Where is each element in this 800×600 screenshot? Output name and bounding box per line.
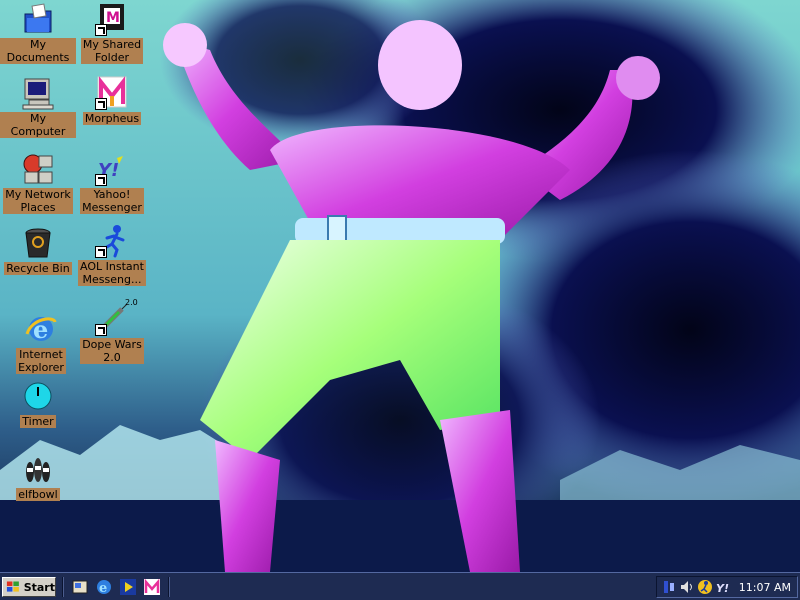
taskbar: Start e Y! 11:07 AM <box>0 572 800 600</box>
desktop-icon-label: My Network Places <box>3 188 73 214</box>
desktop-icon-label: My Shared Folder <box>80 38 144 64</box>
morpheus-icon <box>95 76 129 110</box>
windows-logo-icon <box>6 581 19 592</box>
start-button[interactable]: Start <box>2 577 56 597</box>
folder-icon <box>21 2 55 36</box>
desktop-icon-morpheus[interactable]: Morpheus <box>74 76 150 125</box>
desktop-icon-timer[interactable]: Timer <box>0 379 76 428</box>
desktop-icon-label: Internet Explorer <box>16 348 66 374</box>
bowling-pins-icon <box>21 452 55 486</box>
desktop-icon-elfbowl[interactable]: elfbowl <box>0 452 76 501</box>
desktop-icon-label: My Computer <box>0 112 76 138</box>
system-tray: Y! 11:07 AM <box>656 576 798 598</box>
computer-icon <box>21 76 55 110</box>
taskbar-separator <box>168 577 170 597</box>
svg-text:M: M <box>106 10 120 26</box>
desktop[interactable]: My Documents My Computer My Network Place… <box>0 0 800 572</box>
shortcut-arrow-icon <box>95 324 107 336</box>
shortcut-arrow-icon <box>95 24 107 36</box>
desktop-icon-my-documents[interactable]: My Documents <box>0 2 76 64</box>
desktop-icon-label: Timer <box>20 415 56 428</box>
tray-network-icon[interactable] <box>661 579 677 595</box>
volume-icon[interactable] <box>679 579 695 595</box>
syringe-icon: 2.0 <box>95 298 138 336</box>
quicklaunch-show-desktop-icon[interactable] <box>71 578 89 596</box>
shortcut-arrow-icon <box>95 174 107 186</box>
shortcut-arrow-icon <box>95 246 107 258</box>
desktop-icon-label: elfbowl <box>16 488 60 501</box>
recycle-bin-icon <box>21 226 55 260</box>
desktop-icon-label: My Documents <box>0 38 76 64</box>
quicklaunch-internet-explorer-icon[interactable]: e <box>95 578 113 596</box>
desktop-icon-my-network-places[interactable]: My Network Places <box>0 152 76 214</box>
svg-text:Y!: Y! <box>716 582 729 595</box>
shortcut-arrow-icon <box>95 98 107 110</box>
aim-running-man-icon <box>95 224 129 258</box>
tray-aim-icon[interactable] <box>697 579 713 595</box>
clock[interactable]: 11:07 AM <box>739 581 791 594</box>
quicklaunch-morpheus-icon[interactable] <box>143 578 161 596</box>
desktop-icon-dope-wars[interactable]: 2.0 Dope Wars 2.0 <box>74 298 150 364</box>
svg-text:e: e <box>99 581 107 596</box>
desktop-icon-label: Recycle Bin <box>4 262 72 275</box>
desktop-icon-label: AOL Instant Messeng... <box>78 260 146 286</box>
desktop-icon-label: Yahoo! Messenger <box>80 188 144 214</box>
desktop-icon-internet-explorer[interactable]: e Internet Explorer <box>3 312 79 374</box>
desktop-icon-aol-instant-messenger[interactable]: AOL Instant Messeng... <box>74 224 150 286</box>
taskbar-separator <box>62 577 64 597</box>
tray-yahoo-icon[interactable]: Y! <box>715 579 731 595</box>
desktop-icon-my-computer[interactable]: My Computer <box>0 76 76 138</box>
desktop-icon-recycle-bin[interactable]: Recycle Bin <box>0 226 76 275</box>
internet-explorer-icon: e <box>24 312 58 346</box>
yahoo-messenger-icon: Y! <box>95 152 129 186</box>
desktop-icon-label: Morpheus <box>82 112 142 125</box>
desktop-icon-label: Dope Wars 2.0 <box>80 338 144 364</box>
timer-icon <box>21 379 55 413</box>
desktop-icon-my-shared-folder[interactable]: M My Shared Folder <box>74 2 150 64</box>
desktop-icon-yahoo-messenger[interactable]: Y! Yahoo! Messenger <box>74 152 150 214</box>
quicklaunch-media-player-icon[interactable] <box>119 578 137 596</box>
start-label: Start <box>23 580 55 594</box>
network-places-icon <box>21 152 55 186</box>
shared-folder-icon: M <box>95 2 129 36</box>
version-badge: 2.0 <box>125 298 138 307</box>
